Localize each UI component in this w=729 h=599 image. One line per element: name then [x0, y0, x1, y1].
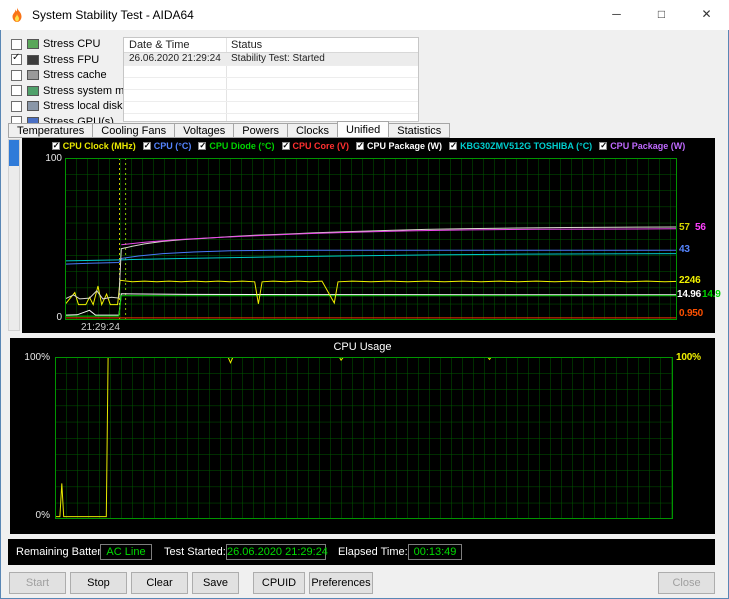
scrollbar-thumb[interactable]: [9, 140, 19, 166]
battery-value: AC Line: [100, 544, 152, 560]
chart-value-0950: 0.950: [679, 308, 704, 319]
cpuid-button[interactable]: CPUID: [253, 572, 305, 594]
y-axis-max-label: 100: [45, 153, 62, 164]
x-axis-time-label: 21:29:24: [81, 322, 120, 333]
fpu-icon: [27, 54, 39, 65]
stress-option-label: Stress cache: [43, 69, 107, 81]
elapsed-time-label: Elapsed Time:: [338, 546, 408, 558]
tab-unified[interactable]: Unified: [337, 121, 390, 138]
tab-strip: Temperatures Cooling Fans Voltages Power…: [8, 121, 451, 138]
table-grid-line: [124, 89, 418, 90]
clear-button[interactable]: Clear: [131, 572, 188, 594]
preferences-button[interactable]: Preferences: [309, 572, 373, 594]
elapsed-time-value: 00:13:49: [408, 544, 462, 560]
close-icon[interactable]: ✕: [684, 0, 729, 30]
column-header-status[interactable]: Status: [231, 39, 262, 51]
cpu-usage-title: CPU Usage: [333, 341, 392, 353]
legend-checkbox[interactable]: [142, 141, 151, 150]
chart-value-149: 14.9: [702, 289, 721, 300]
legend-item-cpu-package-2[interactable]: CPU Package (W): [599, 141, 685, 151]
legend-item-cpu-clock[interactable]: CPU Clock (MHz): [51, 141, 136, 151]
cache-icon: [27, 70, 39, 80]
stress-cache-checkbox[interactable]: [11, 69, 22, 81]
legend-checkbox[interactable]: [51, 141, 60, 150]
tab-temperatures[interactable]: Temperatures: [8, 123, 93, 138]
cell-datetime: 26.06.2020 21:29:24: [129, 53, 221, 64]
chart-value-2246: 2246: [679, 275, 701, 286]
legend-item-cpu-temp[interactable]: CPU (°C): [142, 141, 192, 151]
legend-item-ssd-temp[interactable]: KBG30ZMV512G TOSHIBA (°C): [449, 141, 592, 151]
tab-cooling-fans[interactable]: Cooling Fans: [92, 123, 175, 138]
window-title: System Stability Test - AIDA64: [32, 8, 194, 22]
tab-voltages[interactable]: Voltages: [174, 123, 234, 138]
chart-value-43: 43: [679, 244, 690, 255]
unified-chart-panel: CPU Clock (MHz) CPU (°C) CPU Diode (°C) …: [22, 138, 721, 333]
tab-powers[interactable]: Powers: [233, 123, 287, 138]
legend-label: CPU (°C): [153, 141, 192, 151]
legend-checkbox[interactable]: [198, 141, 207, 150]
table-grid-line: [124, 113, 418, 114]
table-grid-line: [124, 65, 418, 66]
legend-checkbox[interactable]: [599, 141, 608, 150]
unified-chart-plot: [65, 158, 677, 320]
legend-checkbox[interactable]: [281, 141, 290, 150]
legend-label: CPU Package (W): [367, 141, 443, 151]
usage-y-min-label: 0%: [35, 510, 50, 521]
usage-right-value: 100%: [676, 352, 701, 363]
stress-option-label: Stress FPU: [43, 53, 100, 66]
legend-checkbox[interactable]: [449, 141, 458, 150]
title-bar: System Stability Test - AIDA64 ─ □ ✕: [0, 0, 729, 30]
memory-icon: [27, 85, 39, 96]
close-button: Close: [658, 572, 715, 594]
legend-checkbox[interactable]: [356, 141, 365, 150]
stress-option-label: Stress CPU: [43, 38, 101, 50]
usage-y-max-label: 100%: [24, 352, 50, 363]
battery-label: Remaining Battery:: [16, 546, 110, 558]
start-button: Start: [9, 572, 66, 594]
legend-item-cpu-diode[interactable]: CPU Diode (°C): [198, 141, 275, 151]
test-started-label: Test Started:: [164, 546, 226, 558]
flame-icon: [12, 7, 22, 22]
tab-statistics[interactable]: Statistics: [389, 123, 451, 138]
disk-icon: [27, 101, 39, 111]
column-header-datetime[interactable]: Date & Time: [129, 39, 190, 51]
chart-scrollbar[interactable]: [8, 139, 20, 331]
legend-label: CPU Diode (°C): [209, 141, 275, 151]
cpu-icon: [27, 39, 39, 49]
stress-memory-checkbox[interactable]: [11, 85, 22, 96]
window-controls: ─ □ ✕: [594, 0, 729, 30]
chart-value-1496: 14.96: [677, 289, 702, 300]
legend-label: CPU Clock (MHz): [62, 141, 136, 151]
status-bar: Remaining Battery: AC Line Test Started:…: [8, 539, 715, 565]
stop-button[interactable]: Stop: [70, 572, 127, 594]
maximize-icon[interactable]: □: [639, 0, 684, 30]
save-button[interactable]: Save: [192, 572, 239, 594]
cpu-usage-panel: CPU Usage 100% 0% 100%: [10, 338, 715, 534]
chart-value-57: 57: [679, 222, 690, 233]
legend-label: CPU Core (V): [292, 141, 350, 151]
cell-status: Stability Test: Started: [231, 53, 325, 64]
chart-value-56: 56: [695, 222, 706, 233]
table-row[interactable]: 26.06.2020 21:29:24 Stability Test: Star…: [124, 53, 418, 65]
cpu-usage-plot: [55, 357, 673, 519]
legend-item-cpu-package[interactable]: CPU Package (W): [356, 141, 442, 151]
legend-label: KBG30ZMV512G TOSHIBA (°C): [460, 141, 593, 151]
legend-label: CPU Package (W): [610, 141, 686, 151]
table-grid-line: [124, 77, 418, 78]
stress-disks-checkbox[interactable]: [11, 100, 22, 112]
test-started-value: 26.06.2020 21:29:24: [226, 544, 328, 560]
tab-clocks[interactable]: Clocks: [286, 123, 337, 138]
y-axis-min-label: 0: [56, 312, 62, 323]
minimize-icon[interactable]: ─: [594, 0, 639, 30]
legend-item-cpu-core[interactable]: CPU Core (V): [281, 141, 350, 151]
chart-legend: CPU Clock (MHz) CPU (°C) CPU Diode (°C) …: [22, 141, 715, 151]
table-header: Date & Time Status: [124, 38, 418, 53]
stress-fpu-checkbox[interactable]: [11, 52, 22, 65]
stress-option-label: Stress local disks: [43, 100, 128, 112]
table-grid-line: [124, 101, 418, 102]
event-log-table: Date & Time Status 26.06.2020 21:29:24 S…: [123, 37, 419, 122]
app-window: System Stability Test - AIDA64 ─ □ ✕ Str…: [0, 0, 729, 599]
stress-cpu-checkbox[interactable]: [11, 38, 22, 50]
